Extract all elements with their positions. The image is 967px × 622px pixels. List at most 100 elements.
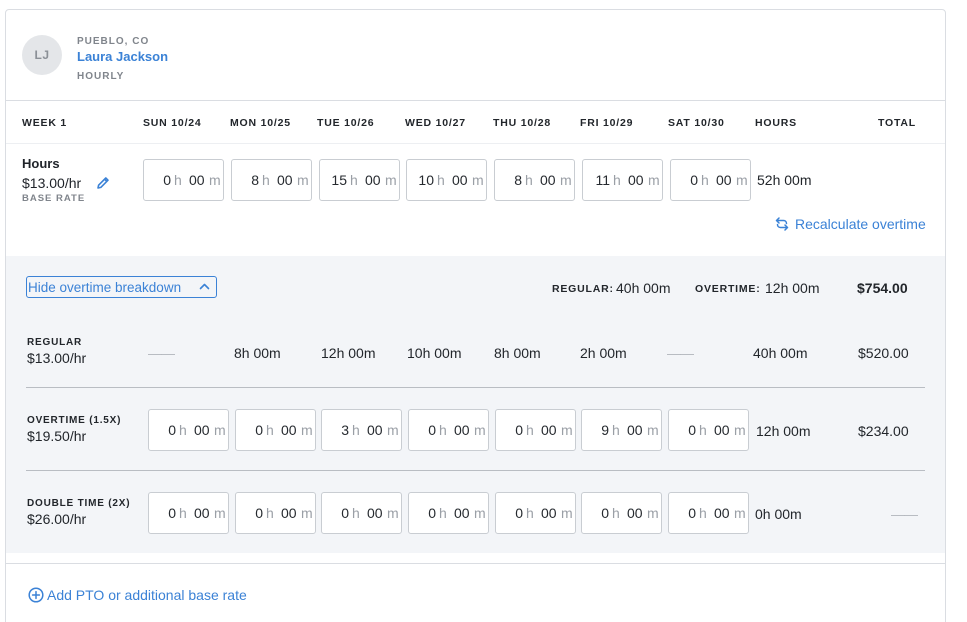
hours-value: 9 (601, 422, 609, 438)
recalculate-overtime-label: Recalculate overtime (795, 216, 926, 232)
minutes-unit: m (648, 172, 660, 188)
overtime-total-amount: $234.00 (858, 423, 909, 439)
avatar: LJ (22, 35, 62, 75)
hours-unit: h (439, 422, 447, 438)
regular-row-label: REGULAR (27, 337, 83, 348)
overtime-row-label: OVERTIME (1.5X) (27, 415, 122, 426)
hours-unit: h (174, 172, 182, 188)
recalculate-overtime-link[interactable]: Recalculate overtime (775, 216, 926, 232)
hours-unit: h (699, 422, 707, 438)
hours-value: 3 (341, 422, 349, 438)
minutes-unit: m (387, 505, 399, 521)
minutes-unit: m (301, 422, 313, 438)
grand-total: $754.00 (857, 280, 908, 296)
regular-total-amount: $520.00 (858, 345, 909, 361)
hours-unit: h (612, 422, 620, 438)
hours-unit: h (439, 505, 447, 521)
day-header-thu: THU 10/28 (493, 117, 551, 129)
minutes-unit: m (301, 505, 313, 521)
hours-time-input-fri[interactable]: 11 h 00 m (582, 159, 663, 201)
hours-unit: h (525, 172, 533, 188)
overtime-time-input-wed[interactable]: 0 h 00 m (408, 409, 489, 451)
day-header-mon: MON 10/25 (230, 117, 291, 129)
hours-unit: h (437, 172, 445, 188)
double-time-total-hours: 0h 00m (755, 506, 802, 522)
minutes-value: 00 (714, 422, 730, 438)
overtime-time-input-fri[interactable]: 9 h 00 m (581, 409, 662, 451)
overtime-row-rate: $19.50/hr (27, 428, 87, 444)
double-time-time-input-fri[interactable]: 0 h 00 m (581, 492, 662, 534)
double-time-time-input-sat[interactable]: 0 h 00 m (668, 492, 749, 534)
minutes-value: 00 (714, 505, 730, 521)
minutes-unit: m (560, 172, 572, 188)
regular-row-rate: $13.00/hr (27, 350, 87, 366)
minutes-value: 00 (281, 505, 297, 521)
hours-unit: h (352, 422, 360, 438)
employee-name-link[interactable]: Laura Jackson (77, 49, 168, 64)
double-time-time-input-wed[interactable]: 0 h 00 m (408, 492, 489, 534)
minutes-unit: m (385, 172, 397, 188)
hours-value: 0 (163, 172, 171, 188)
hours-unit: h (613, 172, 621, 188)
hours-unit: h (352, 505, 360, 521)
double-time-total-amount: —— (891, 506, 918, 522)
double-time-time-input-mon[interactable]: 0 h 00 m (235, 492, 316, 534)
hours-unit: h (350, 172, 358, 188)
overtime-time-input-sat[interactable]: 0 h 00 m (668, 409, 749, 451)
overtime-total-hours: 12h 00m (756, 423, 811, 439)
minutes-unit: m (647, 422, 659, 438)
double-time-time-input-sun[interactable]: 0 h 00 m (148, 492, 229, 534)
double-time-time-input-tue[interactable]: 0 h 00 m (321, 492, 402, 534)
minutes-value: 00 (277, 172, 293, 188)
minutes-unit: m (297, 172, 309, 188)
hours-header: HOURS (755, 117, 797, 129)
hours-time-input-sun[interactable]: 0 h 00 m (143, 159, 224, 201)
day-header-tue: TUE 10/26 (317, 117, 375, 129)
row-divider (26, 387, 925, 388)
minutes-unit: m (647, 505, 659, 521)
double-time-time-input-thu[interactable]: 0 h 00 m (495, 492, 576, 534)
hours-value: 0 (688, 505, 696, 521)
minutes-value: 00 (194, 422, 210, 438)
minutes-unit: m (474, 422, 486, 438)
minutes-value: 00 (540, 172, 556, 188)
minutes-unit: m (214, 422, 226, 438)
minutes-unit: m (734, 505, 746, 521)
hours-time-input-mon[interactable]: 8 h 00 m (231, 159, 312, 201)
minutes-unit: m (387, 422, 399, 438)
minutes-value: 00 (716, 172, 732, 188)
double-time-row-label: DOUBLE TIME (2X) (27, 498, 131, 509)
pencil-icon[interactable] (95, 175, 111, 191)
add-pto-label: Add PTO or additional base rate (47, 587, 247, 603)
add-pto-link[interactable]: Add PTO or additional base rate (28, 587, 247, 603)
minutes-value: 00 (367, 505, 383, 521)
minutes-value: 00 (627, 422, 643, 438)
regular-cell-mon: 8h 00m (234, 345, 281, 361)
hours-time-input-thu[interactable]: 8 h 00 m (494, 159, 575, 201)
hide-overtime-breakdown-button[interactable]: Hide overtime breakdown (26, 276, 217, 298)
hours-value: 0 (428, 505, 436, 521)
overtime-time-input-tue[interactable]: 3 h 00 m (321, 409, 402, 451)
hours-time-input-tue[interactable]: 15 h 00 m (319, 159, 400, 201)
hours-unit: h (179, 505, 187, 521)
summary-overtime-value: 12h 00m (765, 280, 820, 296)
avatar-initials: LJ (34, 48, 50, 62)
hours-value: 0 (601, 505, 609, 521)
hours-unit: h (699, 505, 707, 521)
hours-time-input-sat[interactable]: 0 h 00 m (670, 159, 751, 201)
hours-value: 0 (515, 505, 523, 521)
hours-unit: h (179, 422, 187, 438)
minutes-value: 00 (454, 505, 470, 521)
minutes-unit: m (214, 505, 226, 521)
hours-time-input-wed[interactable]: 10 h 00 m (406, 159, 487, 201)
minutes-value: 00 (367, 422, 383, 438)
hours-unit: h (262, 172, 270, 188)
hours-value: 0 (428, 422, 436, 438)
overtime-time-input-thu[interactable]: 0 h 00 m (495, 409, 576, 451)
minutes-value: 00 (627, 505, 643, 521)
minutes-unit: m (736, 172, 748, 188)
hours-unit: h (526, 505, 534, 521)
overtime-time-input-sun[interactable]: 0 h 00 m (148, 409, 229, 451)
hours-value: 0 (168, 422, 176, 438)
overtime-time-input-mon[interactable]: 0 h 00 m (235, 409, 316, 451)
